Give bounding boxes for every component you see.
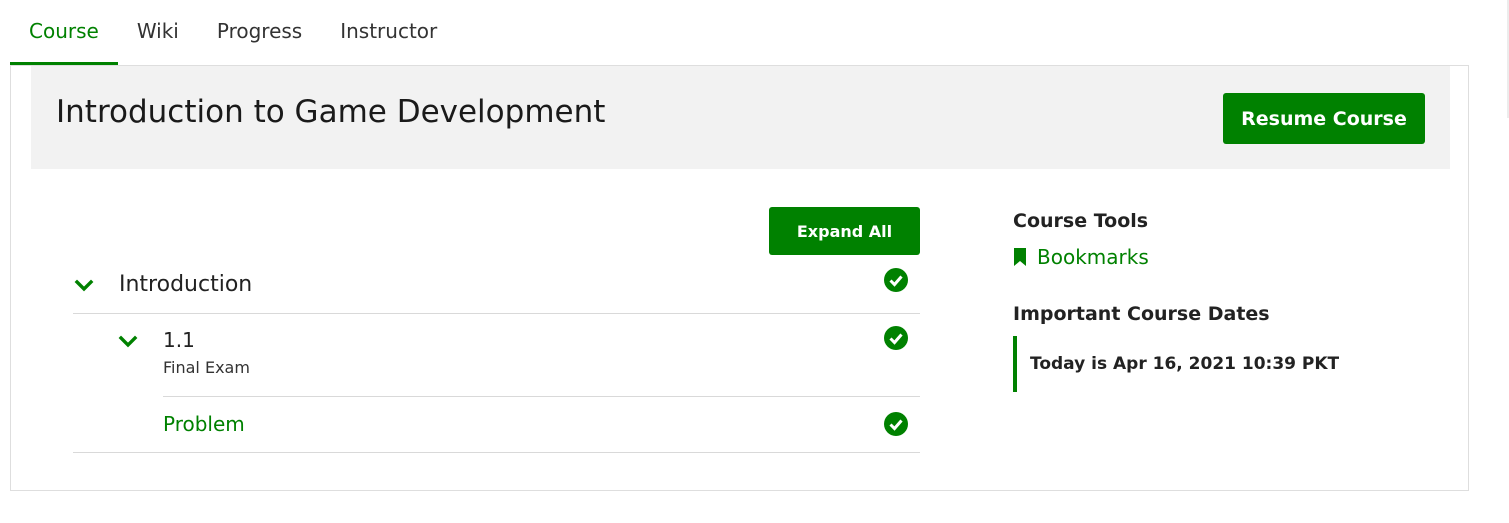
tab-wiki[interactable]: Wiki [118,0,198,65]
bookmarks-link[interactable]: Bookmarks [1013,245,1149,269]
important-dates-heading: Important Course Dates [1013,303,1270,325]
outline-unit-problem: Problem [73,397,920,453]
page-title: Introduction to Game Development [56,94,606,130]
tab-progress[interactable]: Progress [198,0,321,65]
course-tools-heading: Course Tools [1013,210,1149,232]
resume-course-button[interactable]: Resume Course [1223,93,1425,144]
section-title: Introduction [119,272,253,297]
outline-section-introduction[interactable]: Introduction [73,256,920,314]
bookmarks-label: Bookmarks [1037,245,1149,269]
outline-subsection-1-1[interactable]: 1.1 Final Exam [118,314,920,397]
unit-link-problem[interactable]: Problem [163,412,245,436]
today-date-block: Today is Apr 16, 2021 10:39 PKT [1013,336,1393,392]
check-circle-icon [884,326,908,350]
tab-instructor[interactable]: Instructor [321,0,456,65]
subsection-title: Final Exam [163,358,250,377]
course-home-container: Introduction to Game Development Resume … [10,65,1469,491]
course-header: Introduction to Game Development Resume … [31,66,1450,169]
course-tabs: Course Wiki Progress Instructor [10,0,456,65]
today-date-text: Today is Apr 16, 2021 10:39 PKT [1030,354,1340,374]
chevron-down-icon[interactable] [117,331,139,353]
bookmark-icon [1014,248,1026,266]
tab-course[interactable]: Course [10,0,118,65]
check-circle-icon [884,268,908,292]
expand-all-button[interactable]: Expand All [769,207,920,255]
subsection-number: 1.1 [163,328,195,352]
chevron-down-icon[interactable] [73,275,95,297]
check-circle-icon [884,412,908,436]
